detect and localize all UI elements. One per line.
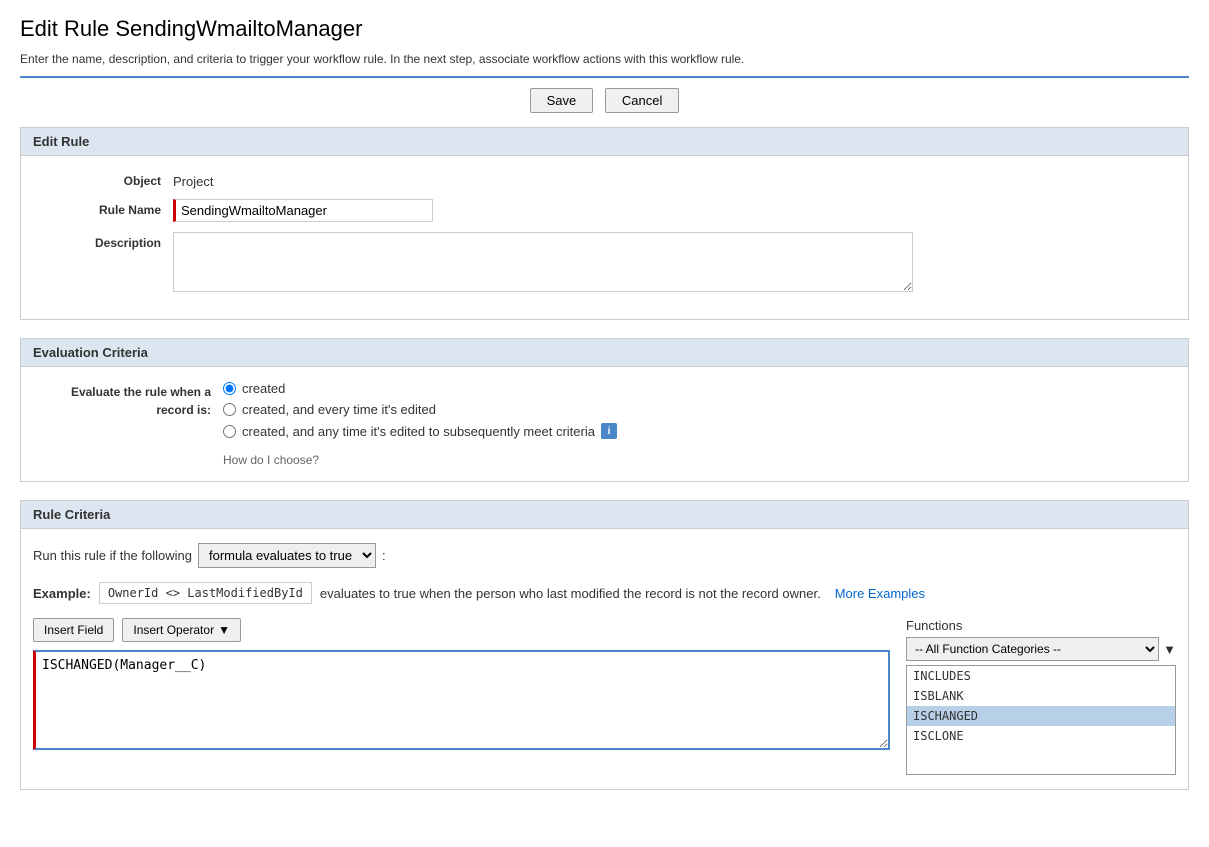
how-choose[interactable]: How do I choose? <box>223 453 617 467</box>
functions-label: Functions <box>906 618 1176 633</box>
rule-criteria-body: Run this rule if the following formula e… <box>21 529 1188 789</box>
function-ischanged[interactable]: ISCHANGED <box>907 706 1175 726</box>
page-subtitle: Enter the name, description, and criteri… <box>20 52 1189 78</box>
info-icon[interactable]: i <box>601 423 617 439</box>
example-label: Example: <box>33 586 91 601</box>
save-button[interactable]: Save <box>530 88 594 113</box>
function-includes[interactable]: INCLUDES <box>907 666 1175 686</box>
run-prefix: Run this rule if the following <box>33 548 192 563</box>
radio-option-1[interactable]: created <box>223 381 617 396</box>
formula-left: Insert Field Insert Operator ▼ <box>33 618 890 753</box>
insert-field-button[interactable]: Insert Field <box>33 618 114 642</box>
functions-panel: Functions -- All Function Categories -- … <box>906 618 1176 775</box>
radio-created-edited[interactable] <box>223 403 236 416</box>
rule-name-row: Rule Name <box>33 199 1176 222</box>
cancel-button[interactable]: Cancel <box>605 88 679 113</box>
formula-area-container: Insert Field Insert Operator ▼ Functions… <box>33 618 1176 775</box>
eval-row: Evaluate the rule when a record is: crea… <box>33 381 1176 467</box>
rule-name-value <box>173 199 1176 222</box>
run-rule-row: Run this rule if the following formula e… <box>33 543 1176 568</box>
evaluation-criteria-body: Evaluate the rule when a record is: crea… <box>21 367 1188 481</box>
insert-operator-label: Insert Operator <box>133 623 214 637</box>
more-examples-link[interactable]: More Examples <box>835 586 925 601</box>
page-title: Edit Rule SendingWmailtoManager <box>20 16 1189 42</box>
toolbar: Save Cancel <box>20 88 1189 113</box>
function-isclone[interactable]: ISCLONE <box>907 726 1175 746</box>
description-value <box>173 232 1176 295</box>
example-formula: OwnerId <> LastModifiedById <box>99 582 312 604</box>
rule-name-input[interactable] <box>173 199 433 222</box>
functions-category-select[interactable]: -- All Function Categories -- <box>906 637 1159 661</box>
edit-rule-section: Edit Rule Object Project Rule Name Descr… <box>20 127 1189 320</box>
eval-label: Evaluate the rule when a record is: <box>33 381 223 419</box>
radio-created-meet-criteria[interactable] <box>223 425 236 438</box>
function-isblank[interactable]: ISBLANK <box>907 686 1175 706</box>
object-value: Project <box>173 170 1176 189</box>
radio-created-meet-criteria-label: created, and any time it's edited to sub… <box>242 424 595 439</box>
object-row: Object Project <box>33 170 1176 189</box>
radio-option-2[interactable]: created, and every time it's edited <box>223 402 617 417</box>
edit-rule-body: Object Project Rule Name Description <box>21 156 1188 319</box>
description-row: Description <box>33 232 1176 295</box>
radio-option-3[interactable]: created, and any time it's edited to sub… <box>223 423 617 439</box>
example-row: Example: OwnerId <> LastModifiedById eva… <box>33 582 1176 604</box>
formula-editor[interactable] <box>33 650 890 750</box>
functions-select-row: -- All Function Categories -- ▼ <box>906 637 1176 661</box>
insert-operator-arrow: ▼ <box>218 623 230 637</box>
functions-category-arrow: ▼ <box>1163 642 1176 657</box>
rule-name-label: Rule Name <box>33 199 173 217</box>
insert-buttons: Insert Field Insert Operator ▼ <box>33 618 890 642</box>
description-textarea[interactable] <box>173 232 913 292</box>
rule-criteria-section: Rule Criteria Run this rule if the follo… <box>20 500 1189 790</box>
functions-list[interactable]: INCLUDES ISBLANK ISCHANGED ISCLONE <box>906 665 1176 775</box>
rule-criteria-header: Rule Criteria <box>21 501 1188 529</box>
radio-options: created created, and every time it's edi… <box>223 381 617 467</box>
evaluation-criteria-header: Evaluation Criteria <box>21 339 1188 367</box>
run-formula-select[interactable]: formula evaluates to true <box>198 543 376 568</box>
example-text: evaluates to true when the person who la… <box>320 586 821 601</box>
insert-operator-button[interactable]: Insert Operator ▼ <box>122 618 241 642</box>
description-label: Description <box>33 232 173 250</box>
radio-created-edited-label: created, and every time it's edited <box>242 402 436 417</box>
object-label: Object <box>33 170 173 188</box>
evaluation-criteria-section: Evaluation Criteria Evaluate the rule wh… <box>20 338 1189 482</box>
radio-created[interactable] <box>223 382 236 395</box>
run-suffix: : <box>382 548 386 563</box>
radio-created-label: created <box>242 381 285 396</box>
edit-rule-header: Edit Rule <box>21 128 1188 156</box>
